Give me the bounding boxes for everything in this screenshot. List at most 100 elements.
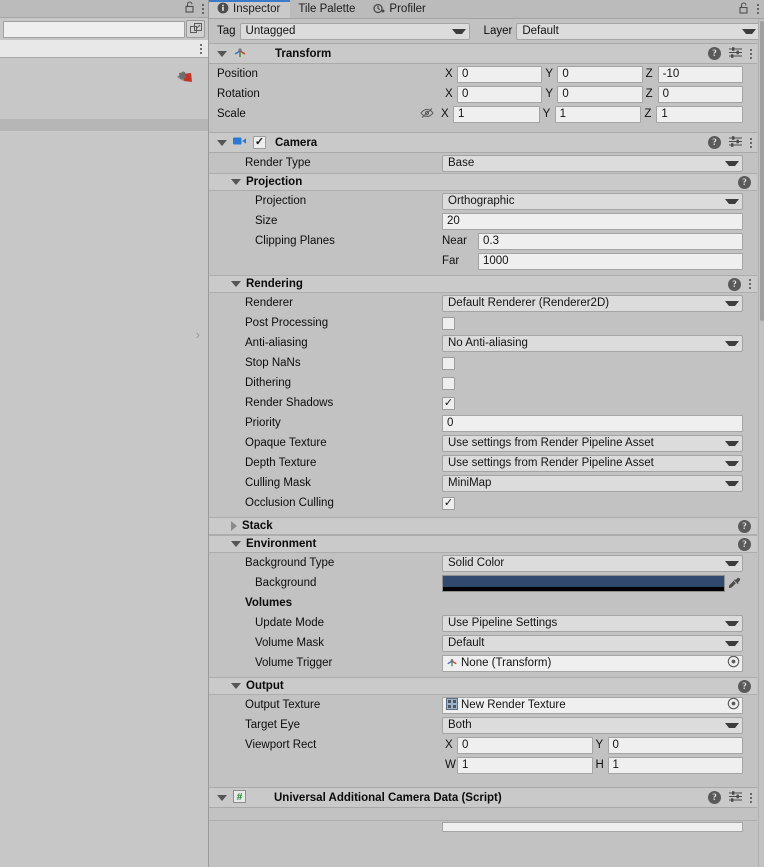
target-eye-dropdown[interactable]: Both [442,716,743,734]
property-label: Update Mode [255,617,325,629]
background-type-value: Solid Color [448,557,505,569]
help-icon[interactable]: ? [738,519,751,533]
tab-tile-palette[interactable]: Tile Palette [290,0,365,18]
open-external-icon[interactable] [186,20,205,38]
tab-profiler[interactable]: Profiler [365,0,435,18]
help-icon[interactable]: ? [708,136,721,149]
preset-settings-icon[interactable] [729,135,742,151]
scale-z-input[interactable]: 1 [656,105,744,123]
viewport-y-input[interactable]: 0 [607,736,743,754]
render-shadows-checkbox[interactable]: ✓ [442,396,455,410]
kebab-menu-icon[interactable] [750,792,752,803]
help-icon[interactable]: ? [708,791,721,804]
kebab-menu-icon[interactable] [750,48,752,59]
render-type-dropdown[interactable]: Base [442,154,743,172]
search-input[interactable] [3,20,185,38]
foldout-arrow-icon[interactable] [231,521,237,531]
hierarchy-lower-area[interactable]: › [0,131,208,867]
kebab-menu-icon[interactable] [749,279,751,289]
object-picker-icon[interactable] [727,655,740,671]
foldout-arrow-icon[interactable] [231,179,241,185]
viewport-h-input[interactable]: 1 [607,756,743,774]
property-label: Clipping Planes [255,235,335,247]
kebab-menu-icon[interactable] [200,43,202,54]
renderer-dropdown[interactable]: Default Renderer (Renderer2D) [442,294,743,312]
tab-inspector[interactable]: Inspector [209,0,291,18]
lock-open-icon[interactable] [739,1,750,17]
scale-y-input[interactable]: 1 [554,105,642,123]
component-header-camera[interactable]: ✓ Camera ? [209,132,757,153]
size-input[interactable]: 20 [442,212,743,230]
section-header-rendering[interactable]: Rendering ? [209,275,757,293]
foldout-arrow-icon[interactable] [231,683,241,689]
help-icon[interactable]: ? [738,175,751,189]
anti-aliasing-dropdown[interactable]: No Anti-aliasing [442,334,743,352]
kebab-menu-icon[interactable] [750,137,752,148]
kebab-menu-icon[interactable] [757,4,759,14]
tag-dropdown[interactable]: Untagged [239,22,470,40]
inspector-scrollbar[interactable] [758,19,764,867]
foldout-arrow-icon[interactable] [231,281,241,287]
help-icon[interactable]: ? [708,47,721,60]
property-label: Background [255,577,317,589]
help-icon[interactable]: ? [738,537,751,551]
volumes-group-label: Volumes [245,597,293,609]
lock-open-icon[interactable] [185,1,196,16]
component-title: Universal Additional Camera Data (Script… [274,791,502,804]
occlusion-culling-checkbox[interactable]: ✓ [442,496,455,510]
foldout-arrow-icon[interactable] [231,541,241,547]
scrollbar-thumb[interactable] [760,21,764,321]
dithering-checkbox[interactable] [442,376,455,390]
object-picker-icon[interactable] [727,697,740,713]
eyedropper-icon[interactable] [725,577,743,590]
section-actions: ? [728,277,751,291]
scale-x-input[interactable]: 1 [453,105,540,123]
section-header-environment[interactable]: Environment ? [209,535,757,553]
far-input[interactable]: 1000 [478,252,743,270]
output-texture-objectfield[interactable]: New Render Texture [442,696,743,714]
position-z-input[interactable]: -10 [657,65,743,83]
position-x-input[interactable]: 0 [457,65,543,83]
viewport-x-input[interactable]: 0 [457,736,593,754]
projection-dropdown[interactable]: Orthographic [442,192,743,210]
target-eye-value: Both [448,719,472,731]
culling-mask-dropdown[interactable]: MiniMap [442,474,743,492]
camera-enabled-checkbox[interactable]: ✓ [253,136,266,149]
update-mode-dropdown[interactable]: Use Pipeline Settings [442,614,743,632]
section-header-stack[interactable]: Stack ? [209,517,757,535]
background-type-dropdown[interactable]: Solid Color [442,554,743,572]
volume-trigger-objectfield[interactable]: None (Transform) [442,654,743,672]
rotation-y-input[interactable]: 0 [557,85,643,103]
component-header-transform[interactable]: Transform ? [209,43,757,64]
kebab-menu-icon[interactable] [202,3,204,14]
viewport-w-input[interactable]: 1 [457,756,593,774]
tab-label: Profiler [389,3,426,15]
layer-dropdown[interactable]: Default [516,22,760,40]
stop-nans-checkbox[interactable] [442,356,455,370]
foldout-arrow-icon[interactable] [217,50,227,57]
section-header-output[interactable]: Output ? [209,677,757,695]
hierarchy-panel: › › › [0,0,209,867]
priority-input[interactable]: 0 [442,414,743,432]
preset-settings-icon[interactable] [729,46,742,62]
inspector-tabbar: Inspector Tile Palette Profiler [209,0,764,19]
preset-settings-icon[interactable] [729,790,742,806]
rotation-x-input[interactable]: 0 [457,85,543,103]
section-header-projection[interactable]: Projection ? [209,173,757,191]
volume-mask-dropdown[interactable]: Default [442,634,743,652]
clipped-input[interactable] [442,822,743,832]
constrain-proportions-off-icon[interactable] [420,107,434,122]
rotation-z-input[interactable]: 0 [657,85,743,103]
post-processing-checkbox[interactable] [442,316,455,330]
near-input[interactable]: 0.3 [478,232,743,250]
foldout-arrow-icon[interactable] [217,139,227,146]
help-icon[interactable]: ? [738,679,751,693]
position-y-input[interactable]: 0 [557,65,643,83]
depth-texture-dropdown[interactable]: Use settings from Render Pipeline Asset [442,454,743,472]
chevron-right-icon[interactable]: › [196,327,200,342]
background-color-swatch[interactable] [442,574,725,592]
help-icon[interactable]: ? [728,277,741,291]
opaque-texture-dropdown[interactable]: Use settings from Render Pipeline Asset [442,434,743,452]
foldout-arrow-icon[interactable] [217,794,227,801]
component-header-universal-additional-camera-data[interactable]: # Universal Additional Camera Data (Scri… [209,787,757,808]
